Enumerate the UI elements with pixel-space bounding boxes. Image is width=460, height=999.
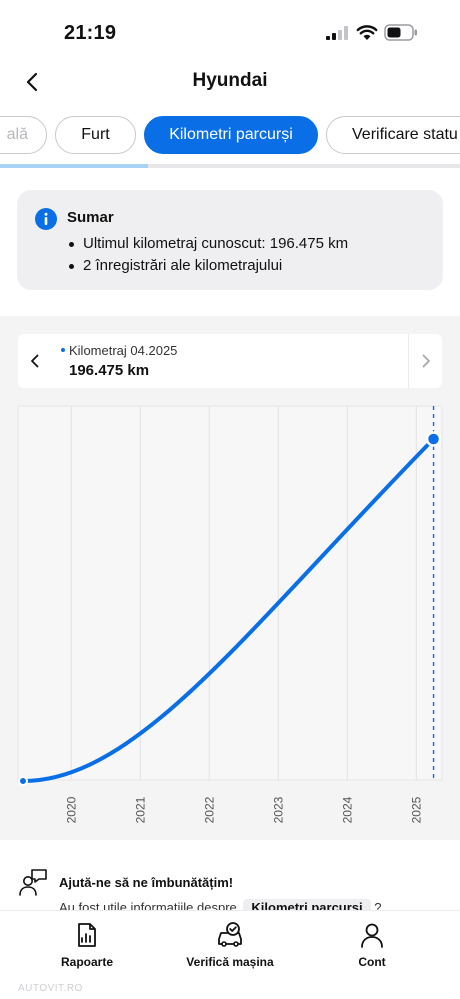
- page-title: Hyundai: [192, 70, 268, 91]
- summary-title: Sumar: [67, 209, 114, 226]
- selected-point-card: Kilometraj 04.2025 196.475 km: [18, 334, 442, 388]
- nav-label: Cont: [358, 955, 386, 969]
- tab-theft[interactable]: Furt: [55, 116, 136, 154]
- account-icon: [361, 923, 383, 948]
- feedback-prompt: Ajută-ne să ne îmbunătățim! Au fost util…: [0, 866, 460, 910]
- summary-box: Sumar Ultimul kilometraj cunoscut: 196.4…: [17, 190, 443, 290]
- mileage-chart-section: Kilometraj 04.2025 196.475 km 2020 2021 20…: [0, 316, 460, 840]
- tab-scroll-indicator: [0, 164, 460, 168]
- data-point-first[interactable]: [18, 776, 28, 786]
- x-tick-label: 2023: [271, 796, 285, 823]
- tab-label: Kilometri parcurși: [169, 126, 293, 143]
- car-check-icon: [218, 922, 242, 947]
- tab-status-check[interactable]: Verificare statu: [326, 116, 460, 154]
- nav-label: Verifică mașina: [186, 955, 274, 969]
- x-tick-label: 2022: [202, 796, 216, 823]
- tab-partial-left[interactable]: ală: [0, 116, 47, 154]
- previous-point-button[interactable]: [18, 334, 52, 388]
- x-tick-label: 2021: [133, 796, 147, 823]
- nav-item-account[interactable]: Cont: [312, 921, 432, 977]
- tab-label: Verificare statu: [352, 126, 458, 143]
- feedback-question-suffix: ?: [374, 900, 382, 910]
- x-axis-ticks: 2020 2021 2022 2023 2024 2025: [64, 796, 423, 823]
- signal-icon: [326, 26, 348, 40]
- info-icon: [35, 208, 57, 230]
- wifi-icon: [356, 25, 378, 40]
- mileage-chart[interactable]: 2020 2021 2022 2023 2024 2025: [0, 404, 460, 840]
- bottom-navigation: Rapoarte Verifică mașina Cont AUTOVIT.RO: [0, 910, 460, 999]
- tab-bar: ală Furt Kilometri parcurși Verificare s…: [0, 116, 460, 158]
- chevron-right-icon: [422, 354, 430, 368]
- nav-item-reports[interactable]: Rapoarte: [27, 921, 147, 977]
- tab-label: Furt: [81, 126, 110, 143]
- selected-point-value: 196.475 km: [69, 362, 150, 379]
- series-dot-icon: [61, 348, 65, 352]
- feedback-topic-chip: Kilometri parcurși: [243, 899, 371, 910]
- selected-point-label: Kilometraj 04.2025: [69, 343, 178, 358]
- status-time: 21:19: [64, 22, 117, 44]
- feedback-question: Au fost utile informațiile despre Kilome…: [59, 899, 382, 910]
- report-icon: [78, 923, 96, 947]
- watermark: AUTOVIT.RO: [18, 983, 83, 994]
- nav-label: Rapoarte: [60, 955, 113, 969]
- tab-mileage[interactable]: Kilometri parcurși: [144, 116, 318, 154]
- data-point-selected[interactable]: [425, 431, 442, 447]
- chevron-left-icon: [31, 354, 39, 368]
- feedback-title: Ajută-ne să ne îmbunătățim!: [59, 875, 234, 890]
- summary-item-record-count: 2 înregistrări ale kilometrajului: [67, 255, 348, 277]
- header: Hyundai: [0, 60, 460, 104]
- status-bar: 21:19: [0, 0, 460, 60]
- x-tick-label: 2025: [409, 796, 423, 823]
- tab-label: ală: [6, 126, 28, 143]
- plot-area: [17, 405, 443, 781]
- tab-scroll-indicator-fill: [0, 164, 148, 168]
- feedback-question-text: Au fost utile informațiile despre: [59, 900, 237, 910]
- summary-list: Ultimul kilometraj cunoscut: 196.475 km …: [67, 233, 348, 277]
- battery-icon: [384, 24, 417, 41]
- feedback-person-icon: [19, 869, 47, 896]
- next-point-button[interactable]: [408, 334, 442, 388]
- nav-item-check-car[interactable]: Verifică mașina: [170, 921, 290, 977]
- x-tick-label: 2020: [64, 796, 78, 823]
- summary-item-last-mileage: Ultimul kilometraj cunoscut: 196.475 km: [67, 233, 348, 255]
- x-tick-label: 2024: [340, 796, 354, 823]
